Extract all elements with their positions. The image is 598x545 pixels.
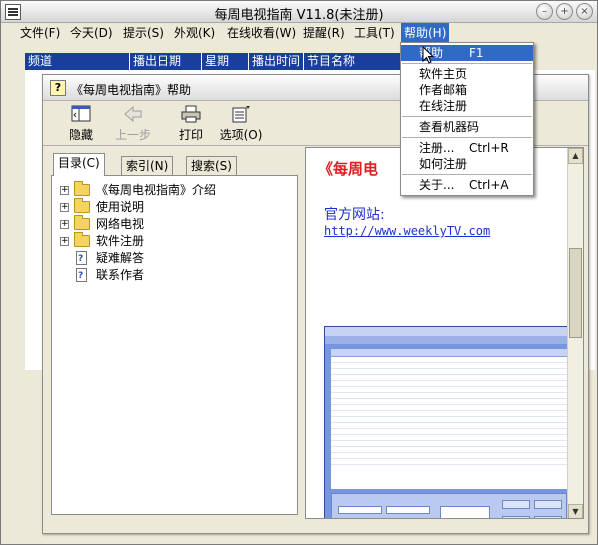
back-arrow-icon	[124, 105, 142, 123]
expand-icon[interactable]: +	[60, 237, 69, 246]
menu-item-machine-code[interactable]: 查看机器码	[401, 119, 533, 135]
help-tabs: 目录(C) 索引(N) 搜索(S)	[51, 153, 298, 176]
menu-item-shortcut: F1	[469, 46, 484, 60]
menu-separator	[402, 174, 532, 175]
menu-item-label: 注册...	[419, 141, 455, 155]
folder-icon	[74, 215, 90, 230]
menu-watch-online[interactable]: 在线收看(W)	[224, 23, 299, 43]
main-window-title: 每周电视指南 V11.8(未注册)	[214, 8, 384, 23]
menu-tips[interactable]: 提示(S)	[120, 23, 167, 43]
tree-item-network-tv[interactable]: + 网络电视	[52, 215, 297, 233]
menu-item-label: 关于...	[419, 178, 455, 192]
tree-item-label: 联系作者	[96, 268, 145, 282]
app-screenshot-image	[324, 326, 572, 518]
menu-item-homepage[interactable]: 软件主页	[401, 66, 533, 82]
menu-reminder[interactable]: 提醒(R)	[300, 23, 348, 43]
content-scrollbar[interactable]: ▲ ▼	[567, 148, 583, 518]
menu-item-shortcut: Ctrl+R	[469, 141, 509, 155]
printer-icon	[181, 105, 201, 123]
menu-item-help[interactable]: 帮助 F1	[401, 45, 533, 61]
column-header-weekday[interactable]: 星期	[202, 53, 249, 70]
tab-search[interactable]: 搜索(S)	[186, 156, 237, 175]
official-site-link[interactable]: http://www.weeklyTV.com	[324, 224, 490, 238]
hide-button[interactable]: 隐藏	[61, 104, 101, 144]
menu-item-register[interactable]: 注册... Ctrl+R	[401, 140, 533, 156]
tab-contents[interactable]: 目录(C)	[53, 153, 105, 176]
scroll-thumb[interactable]	[569, 248, 582, 338]
tree-item-troubleshooting[interactable]: 疑难解答	[52, 250, 297, 268]
expand-icon[interactable]: +	[60, 203, 69, 212]
print-label: 打印	[178, 128, 203, 142]
hide-label: 隐藏	[68, 128, 93, 142]
menu-item-shortcut: Ctrl+A	[469, 178, 509, 192]
options-icon	[232, 106, 250, 123]
maximize-button[interactable]: +	[556, 3, 573, 20]
menu-separator	[402, 137, 532, 138]
folder-icon	[74, 181, 90, 196]
close-button[interactable]: ×	[576, 3, 593, 20]
tree-item-registration[interactable]: + 软件注册	[52, 232, 297, 250]
expand-icon[interactable]: +	[60, 186, 69, 195]
help-page-icon	[76, 251, 87, 268]
tree-item-label: 使用说明	[96, 200, 145, 214]
menu-file[interactable]: 文件(F)	[17, 23, 63, 43]
help-navigation-pane: 目录(C) 索引(N) 搜索(S) + 《每周电视指南》介绍 + 使用说明 + …	[51, 153, 298, 515]
help-book-icon: ?	[50, 80, 66, 96]
tree-item-label: 《每周电视指南》介绍	[96, 183, 217, 197]
column-header-time[interactable]: 播出时间	[249, 53, 304, 70]
tree-item-intro[interactable]: + 《每周电视指南》介绍	[52, 181, 297, 199]
menu-item-about[interactable]: 关于... Ctrl+A	[401, 177, 533, 193]
back-label: 上一步	[114, 128, 151, 142]
help-window-title: 《每周电视指南》帮助	[71, 83, 192, 97]
tab-index[interactable]: 索引(N)	[121, 156, 174, 175]
tree-item-label: 疑难解答	[96, 251, 145, 265]
scroll-down-arrow-icon[interactable]: ▼	[568, 504, 583, 518]
menu-item-how-to-register[interactable]: 如何注册	[401, 156, 533, 172]
tree-item-label: 网络电视	[96, 217, 145, 231]
print-button[interactable]: 打印	[173, 104, 209, 144]
column-header-channel[interactable]: 频道	[25, 53, 130, 70]
hide-icon	[71, 105, 91, 122]
content-title-head: 《每周电	[318, 160, 379, 178]
menu-appearance[interactable]: 外观(K)	[171, 23, 218, 43]
tree-item-contact[interactable]: 联系作者	[52, 267, 297, 285]
help-page-icon	[76, 268, 87, 285]
menu-help[interactable]: 帮助(H)	[401, 23, 450, 43]
scroll-up-arrow-icon[interactable]: ▲	[568, 148, 583, 164]
back-button[interactable]: 上一步	[109, 104, 157, 144]
options-label: 选项(O)	[219, 128, 263, 142]
menu-today[interactable]: 今天(D)	[67, 23, 116, 43]
column-header-program[interactable]: 节目名称	[304, 53, 403, 70]
tree-item-label: 软件注册	[96, 234, 145, 248]
menu-bar: 文件(F) 今天(D) 提示(S) 外观(K) 在线收看(W) 提醒(R) 工具…	[1, 23, 597, 43]
expand-icon[interactable]: +	[60, 220, 69, 229]
pane-splitter[interactable]	[300, 147, 304, 522]
help-content-pane: 《每周电帮助 官方网站: http://www.weeklyTV.com	[305, 147, 584, 519]
menu-item-online-register[interactable]: 在线注册	[401, 98, 533, 114]
program-grid-header: 频道 播出日期 星期 播出时间 节目名称	[25, 53, 403, 70]
official-site-label: 官方网站:	[324, 207, 385, 223]
main-title-bar[interactable]: 每周电视指南 V11.8(未注册) – + ×	[1, 1, 597, 23]
menu-tools[interactable]: 工具(T)	[351, 23, 398, 43]
menu-item-author-email[interactable]: 作者邮箱	[401, 82, 533, 98]
options-button[interactable]: 选项(O)	[219, 104, 263, 144]
contents-tree: + 《每周电视指南》介绍 + 使用说明 + 网络电视 + 软件注册 疑	[51, 175, 298, 515]
minimize-button[interactable]: –	[536, 3, 553, 20]
folder-icon	[74, 198, 90, 213]
help-menu-dropdown: 帮助 F1 软件主页 作者邮箱 在线注册 查看机器码 注册... Ctrl+R …	[400, 42, 534, 196]
tree-item-usage[interactable]: + 使用说明	[52, 198, 297, 216]
folder-icon	[74, 232, 90, 247]
column-header-date[interactable]: 播出日期	[130, 53, 202, 70]
menu-separator	[402, 116, 532, 117]
mouse-cursor-icon	[422, 46, 434, 64]
